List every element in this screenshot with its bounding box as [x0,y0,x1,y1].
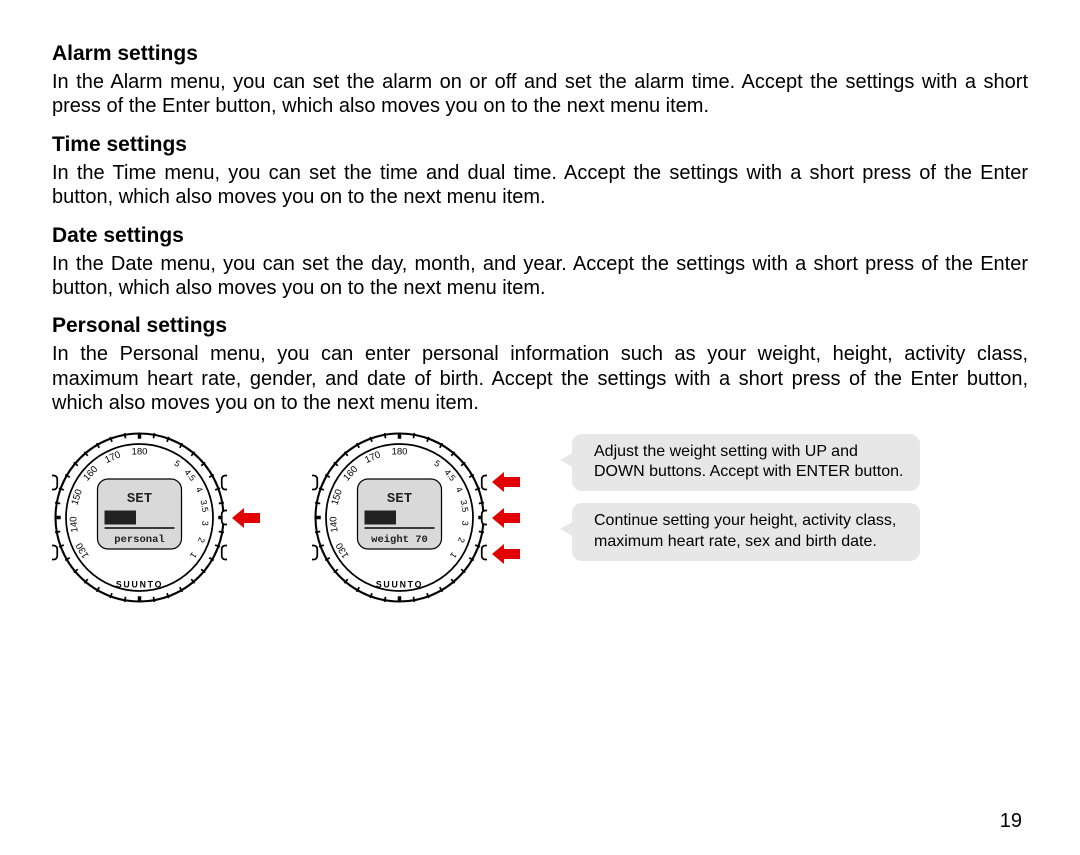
svg-text:3.5: 3.5 [459,499,471,513]
svg-text:180: 180 [131,446,147,457]
body-personal-settings: In the Personal menu, you can enter pers… [52,342,1028,415]
watch2-line2: weight 70 [371,534,428,546]
arrow-enter-icon [232,508,260,528]
heading-personal-settings: Personal settings [52,314,1028,338]
watch-illustration-2: 130 140 150 160 170 180 1 2 3 3.5 4 4.5 … [312,430,542,605]
brand-label: SUUNTO [116,579,163,589]
heading-alarm-settings: Alarm settings [52,42,1028,66]
arrow-down-button-icon [492,544,520,564]
arrow-enter-button-icon [492,508,520,528]
svg-text:140: 140 [328,515,341,532]
svg-text:3: 3 [460,520,470,526]
svg-text:180: 180 [391,446,407,457]
watch1-line2: personal [114,534,164,546]
callout-continue-settings: Continue setting your height, activity c… [572,503,920,561]
watch1-line1: SET [127,490,152,506]
arrow-up-button-icon [492,472,520,492]
heading-date-settings: Date settings [52,224,1028,248]
body-date-settings: In the Date menu, you can set the day, m… [52,252,1028,301]
callout-adjust-weight: Adjust the weight setting with UP and DO… [572,434,920,492]
svg-text:3.5: 3.5 [199,499,211,513]
watch-svg-1: 130 140 150 160 170 180 1 2 3 3.5 4 4.5 … [52,430,227,605]
callouts-column: Adjust the weight setting with UP and DO… [572,434,1028,561]
svg-text:SUUNTO: SUUNTO [376,579,423,589]
watch2-line1: SET [387,490,412,506]
figure-row: 130 140 150 160 170 180 1 2 3 3.5 4 4.5 … [52,430,1028,605]
body-alarm-settings: In the Alarm menu, you can set the alarm… [52,70,1028,119]
svg-text:140: 140 [68,515,81,532]
body-time-settings: In the Time menu, you can set the time a… [52,161,1028,210]
page-number: 19 [1000,810,1022,833]
svg-text:3: 3 [200,520,210,526]
watch-svg-2: 130 140 150 160 170 180 1 2 3 3.5 4 4.5 … [312,430,487,605]
manual-page: Alarm settings In the Alarm menu, you ca… [0,0,1080,615]
watch-illustration-1: 130 140 150 160 170 180 1 2 3 3.5 4 4.5 … [52,430,282,605]
heading-time-settings: Time settings [52,133,1028,157]
